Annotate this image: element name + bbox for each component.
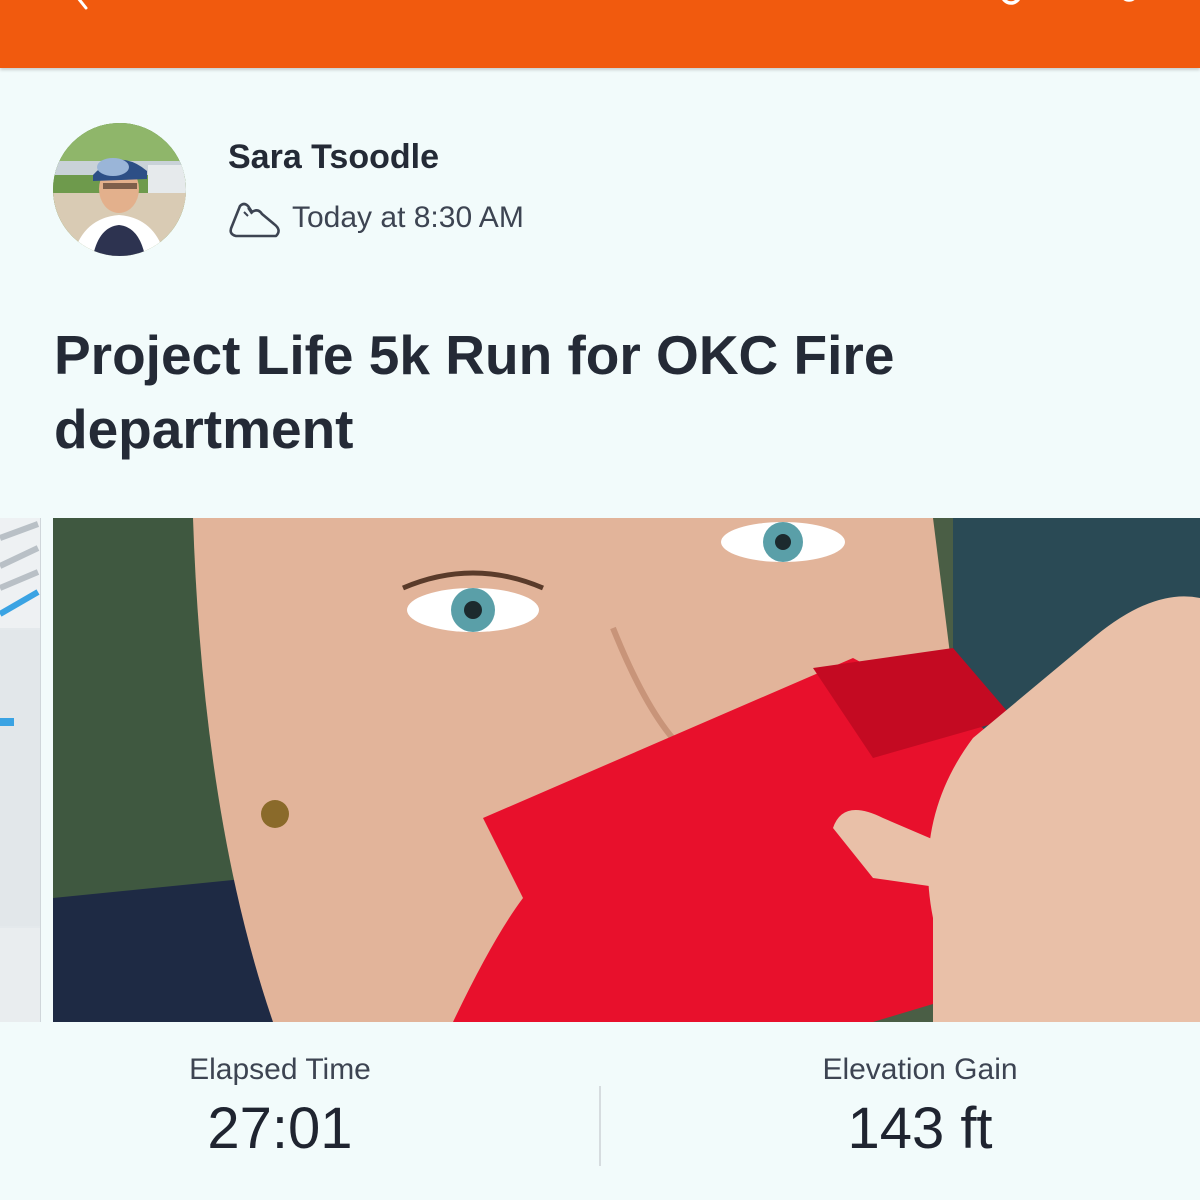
stat-elapsed-time: Elapsed Time 27:01 — [80, 1052, 480, 1164]
app-header — [0, 0, 1200, 68]
activity-photo-graphic — [53, 518, 1200, 1022]
avatar[interactable] — [53, 123, 186, 256]
author-name[interactable]: Sara Tsoodle — [228, 138, 439, 177]
activity-photo[interactable] — [53, 518, 1200, 1022]
stat-value: 27:01 — [207, 1096, 353, 1161]
chevron-left-icon[interactable] — [70, 0, 94, 10]
route-map-thumbnail[interactable] — [0, 518, 41, 1022]
more-icon[interactable] — [1112, 0, 1146, 16]
stat-value: 143 ft — [847, 1096, 993, 1161]
avatar-photo — [53, 123, 186, 256]
share-icon[interactable] — [994, 0, 1028, 16]
activity-meta: Today at 8:30 AM — [226, 196, 524, 240]
activity-timestamp: Today at 8:30 AM — [292, 201, 524, 234]
stat-label: Elevation Gain — [822, 1053, 1018, 1086]
activity-stats: Elapsed Time 27:01 Elevation Gain 143 ft — [0, 1022, 1200, 1200]
running-shoe-icon — [229, 202, 280, 238]
activity-title[interactable]: Project Life 5k Run for OKC Fire departm… — [54, 318, 1054, 466]
stat-label: Elapsed Time — [189, 1053, 371, 1086]
stats-divider — [599, 1086, 601, 1166]
stat-elevation-gain: Elevation Gain 143 ft — [720, 1052, 1120, 1164]
route-map-graphic — [0, 518, 40, 1022]
